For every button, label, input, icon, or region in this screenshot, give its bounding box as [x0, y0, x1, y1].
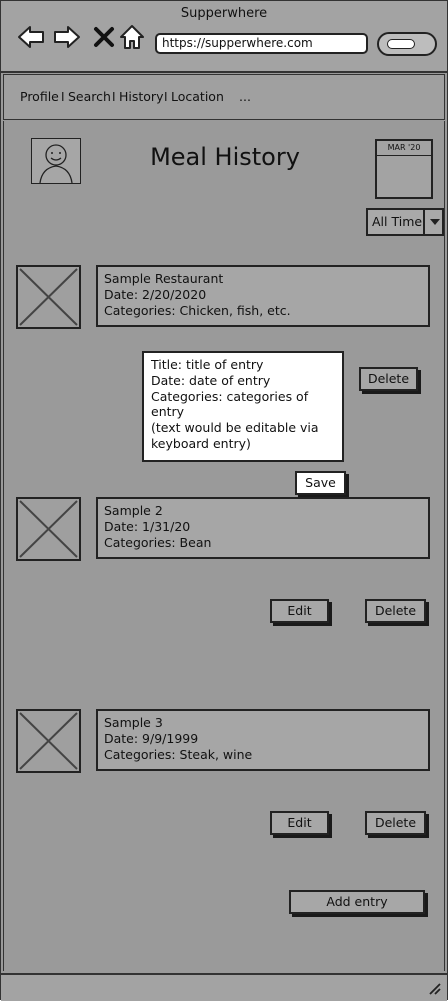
meal-entry[interactable]: Sample 2 Date: 1/31/20 Categories: Bean — [96, 497, 430, 559]
calendar-widget[interactable]: MAR '20 — [375, 139, 433, 199]
edit-button[interactable]: Edit — [270, 599, 329, 623]
time-filter-select[interactable]: All Time — [366, 208, 444, 236]
search-input[interactable] — [387, 39, 415, 49]
close-icon[interactable] — [90, 23, 118, 51]
entry-categories: Categories: Chicken, fish, etc. — [104, 303, 291, 318]
edit-note: keyboard entry) — [151, 436, 251, 451]
entry-date: Date: 1/31/20 — [104, 519, 191, 534]
browser-titlebar: Supperwhere https://supperwhere.com — [1, 1, 447, 73]
nav-profile[interactable]: Profile — [20, 89, 59, 104]
calendar-month: MAR '20 — [377, 141, 431, 156]
window-title: Supperwhere — [180, 6, 268, 21]
entry-name: Sample Restaurant — [104, 271, 224, 286]
image-placeholder-icon — [19, 268, 78, 326]
nav-history[interactable]: History — [119, 89, 163, 104]
entry-image-placeholder — [16, 709, 81, 773]
delete-button[interactable]: Delete — [365, 811, 426, 835]
nav-location[interactable]: Location — [171, 89, 224, 104]
dropdown-button[interactable] — [423, 210, 444, 234]
nav-more[interactable]: ... — [239, 89, 251, 104]
nav-separator: I — [164, 90, 168, 104]
entry-name: Sample 2 — [104, 503, 163, 518]
address-bar[interactable]: https://supperwhere.com — [155, 33, 368, 54]
time-filter-value: All Time — [372, 214, 423, 229]
status-bar — [1, 973, 447, 1001]
entry-name: Sample 3 — [104, 715, 163, 730]
edit-button[interactable]: Edit — [270, 811, 329, 835]
browser-window: Supperwhere https://supperwhere.com Prof… — [0, 0, 448, 1001]
nav-search[interactable]: Search — [68, 89, 111, 104]
image-placeholder-icon — [19, 500, 78, 558]
resize-grip-icon[interactable] — [427, 981, 441, 995]
delete-button[interactable]: Delete — [359, 367, 418, 391]
edit-note: (text would be editable via — [151, 420, 319, 435]
add-entry-button[interactable]: Add entry — [289, 890, 425, 914]
meal-entry[interactable]: Sample Restaurant Date: 2/20/2020 Catego… — [96, 265, 430, 327]
entry-image-placeholder — [16, 497, 81, 561]
search-box[interactable] — [377, 32, 437, 56]
chevron-down-icon — [430, 219, 440, 225]
image-placeholder-icon — [19, 712, 78, 770]
nav-separator: I — [61, 90, 65, 104]
meal-entry[interactable]: Sample 3 Date: 9/9/1999 Categories: Stea… — [96, 709, 430, 771]
top-nav: Profile I Search I History I Location ..… — [3, 74, 445, 120]
entry-date: Date: 2/20/2020 — [104, 287, 207, 302]
entry-date: Date: 9/9/1999 — [104, 731, 199, 746]
save-button[interactable]: Save — [295, 471, 346, 495]
edit-date-field[interactable]: Date: date of entry — [151, 373, 270, 388]
edit-entry-panel[interactable]: Title: title of entry Date: date of entr… — [142, 351, 344, 462]
back-arrow-icon[interactable] — [17, 23, 45, 51]
entry-categories: Categories: Steak, wine — [104, 747, 253, 762]
entry-categories: Categories: Bean — [104, 535, 212, 550]
edit-categories-field[interactable]: Categories: categories of entry — [151, 389, 342, 419]
home-icon[interactable] — [118, 23, 146, 51]
delete-button[interactable]: Delete — [365, 599, 426, 623]
nav-separator: I — [112, 90, 116, 104]
edit-title-field[interactable]: Title: title of entry — [151, 357, 263, 372]
forward-arrow-icon[interactable] — [53, 23, 81, 51]
entry-image-placeholder — [16, 265, 81, 329]
